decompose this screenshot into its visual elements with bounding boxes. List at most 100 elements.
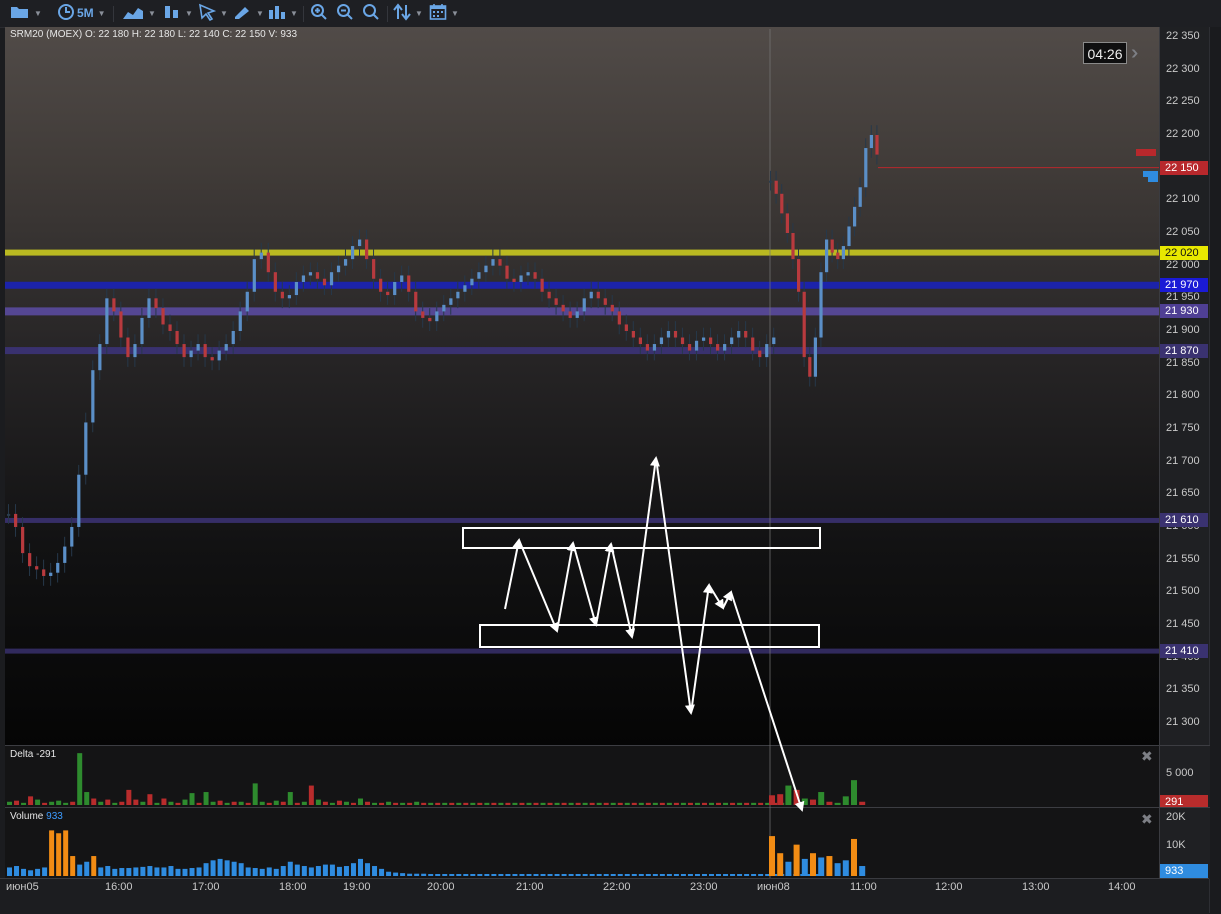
price-label: 21 450 bbox=[1166, 617, 1200, 630]
delta-bar bbox=[744, 802, 750, 805]
volume-bar bbox=[35, 868, 41, 876]
volume-bar bbox=[442, 874, 448, 876]
candle-body bbox=[858, 187, 862, 207]
delta-bar bbox=[49, 801, 55, 805]
volume-bar bbox=[540, 874, 546, 876]
time-label: 11:00 bbox=[850, 881, 877, 893]
delta-bar bbox=[393, 802, 399, 805]
candle-body bbox=[49, 572, 53, 576]
candle-body bbox=[819, 272, 823, 338]
volume-bar bbox=[744, 874, 750, 876]
level-tag: 22 020 bbox=[1160, 245, 1208, 260]
candle-body bbox=[77, 474, 81, 527]
volume-bar bbox=[168, 866, 174, 876]
volume-bar bbox=[512, 874, 518, 876]
delta-bar bbox=[477, 802, 483, 805]
volume-bar bbox=[785, 861, 792, 876]
candle-body bbox=[175, 330, 179, 345]
volume-bar bbox=[505, 874, 511, 876]
delta-bar bbox=[358, 798, 363, 805]
candle-body bbox=[400, 275, 404, 282]
price-label: 21 750 bbox=[1166, 421, 1200, 434]
delta-bar bbox=[414, 801, 420, 805]
volume-bar bbox=[826, 856, 833, 876]
delta-bar bbox=[470, 802, 476, 805]
candle-body bbox=[105, 298, 109, 345]
delta-bar bbox=[834, 802, 841, 805]
volume-bar bbox=[119, 868, 125, 876]
volume-bar bbox=[777, 853, 784, 876]
delta-bar bbox=[652, 802, 658, 805]
candle-body bbox=[825, 239, 829, 273]
candle-body bbox=[526, 272, 530, 276]
candle-body bbox=[358, 239, 362, 247]
candle-body bbox=[744, 330, 748, 338]
time-label: 22:00 bbox=[603, 881, 631, 893]
candle-body bbox=[596, 291, 600, 299]
candle-body bbox=[780, 193, 784, 214]
candle-body bbox=[379, 278, 383, 292]
level-tag: 21 930 bbox=[1160, 304, 1208, 319]
time-label: 14:00 bbox=[1108, 881, 1136, 893]
time-label: июн05 bbox=[6, 881, 39, 893]
volume-bar bbox=[329, 864, 335, 876]
volume-bar bbox=[793, 844, 800, 876]
level-line bbox=[5, 307, 1159, 316]
scenario-arrow bbox=[518, 539, 559, 633]
candle-body bbox=[287, 295, 291, 299]
candle-body bbox=[680, 337, 685, 345]
delta-bar bbox=[42, 802, 48, 805]
candle-body bbox=[561, 304, 565, 312]
volume-bar bbox=[709, 874, 714, 876]
price-label: 22 200 bbox=[1166, 127, 1200, 140]
delta-bar bbox=[287, 792, 293, 805]
volume-bar bbox=[7, 867, 12, 876]
volume-bar bbox=[98, 867, 104, 876]
delta-bar bbox=[435, 802, 441, 805]
volume-bar bbox=[84, 861, 90, 876]
volume-bar bbox=[561, 874, 567, 876]
delta-bar bbox=[801, 798, 808, 805]
delta-bar bbox=[28, 796, 34, 805]
candle-body bbox=[336, 265, 341, 273]
delta-bar bbox=[533, 802, 539, 805]
candle-body bbox=[365, 239, 369, 260]
delta-bar bbox=[210, 801, 216, 805]
delta-bar bbox=[386, 801, 392, 805]
candle-body bbox=[645, 344, 650, 351]
delta-bar bbox=[603, 802, 609, 805]
current-price-tag: 22 150 bbox=[1160, 160, 1208, 175]
volume-bar bbox=[680, 874, 686, 876]
delta-bar bbox=[182, 799, 188, 805]
volume-bar bbox=[818, 857, 825, 876]
volume-bar bbox=[49, 830, 55, 876]
delta-bar bbox=[659, 802, 665, 805]
volume-bar bbox=[723, 874, 729, 876]
volume-bar bbox=[231, 861, 237, 876]
candle-body bbox=[196, 344, 200, 351]
volume-bar bbox=[659, 874, 665, 876]
volume-bar bbox=[372, 866, 378, 876]
volume-bar bbox=[386, 871, 392, 876]
candle-body bbox=[428, 317, 432, 322]
volume-bar bbox=[801, 858, 808, 876]
volume-bar bbox=[105, 866, 111, 876]
candle-body bbox=[308, 272, 313, 276]
candle-body bbox=[610, 304, 614, 312]
candle-body bbox=[836, 252, 840, 260]
delta-bar bbox=[343, 801, 349, 805]
volume-bar bbox=[589, 874, 595, 876]
delta-bar bbox=[631, 802, 637, 805]
volume-bar bbox=[758, 874, 764, 876]
candle-body bbox=[126, 337, 130, 358]
delta-bar bbox=[810, 799, 816, 805]
delta-bar bbox=[645, 802, 651, 805]
time-label: 16:00 bbox=[105, 881, 133, 893]
volume-bar bbox=[379, 868, 385, 876]
delta-bar bbox=[63, 802, 69, 805]
delta-bar bbox=[428, 802, 434, 805]
candle-body bbox=[119, 311, 123, 338]
candle-body bbox=[329, 272, 334, 286]
delta-bar bbox=[730, 802, 736, 805]
delta-bar bbox=[77, 753, 83, 805]
